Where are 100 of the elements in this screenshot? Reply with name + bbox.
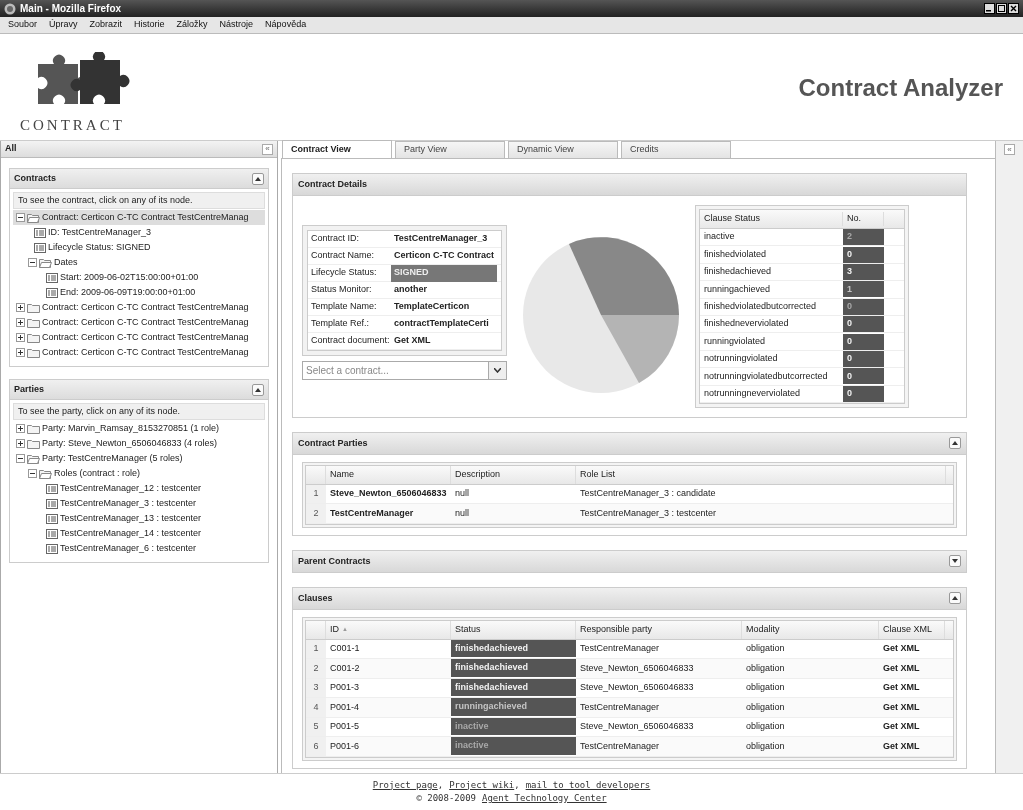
column-header[interactable]: Modality [742,620,879,639]
get-xml-link[interactable]: Get XML [879,737,945,756]
menu-item[interactable]: Nápověda [265,18,307,32]
tree-node[interactable]: Dates [13,255,265,270]
dropdown-button[interactable] [489,361,507,380]
column-header[interactable]: Status [451,620,576,639]
tree-node[interactable]: TestCentreManager_6 : testcenter [13,541,265,556]
expand-node-icon[interactable] [16,318,25,327]
panel-title: Contract Parties [298,436,368,450]
collapse-button[interactable] [949,437,961,450]
expand-node-icon[interactable] [16,439,25,448]
footer-link[interactable]: Project wiki [449,778,515,792]
tab[interactable]: Contract View [282,140,392,158]
column-header[interactable]: Description [451,465,576,484]
footer-link[interactable]: Agent Technology Center [482,792,607,806]
column-header[interactable]: Name [326,465,451,484]
collapse-node-icon[interactable] [16,213,25,222]
panel-title: Parties [14,382,45,396]
separator-comma: , [514,778,520,792]
close-icon[interactable] [1008,3,1019,14]
table-cell-text: null [454,506,470,520]
footer-link[interactable]: Project page [372,778,438,792]
tree-node[interactable]: Contract: Certicon C-TC Contract TestCentreManag [13,300,265,315]
status-cell: inactive [451,737,576,756]
row-number: 2 [306,659,326,678]
tree-node[interactable]: Contract: Certicon C-TC Contract TestCentreManag [13,345,265,360]
tree-node[interactable]: Party: Marvin_Ramsay_8153270851 (1 role) [13,421,265,436]
collapse-button[interactable] [949,592,961,605]
column-header[interactable]: No. [843,212,884,226]
menu-item[interactable]: Záložky [176,18,208,32]
tree-node[interactable]: Contract: Certicon C-TC Contract TestCentreManag [13,330,265,345]
column-header[interactable]: Clause XML [879,620,945,639]
collapse-button[interactable] [252,383,264,396]
contract-select-field[interactable]: Select a contract... [302,361,489,380]
down-arrow-icon [952,559,958,564]
tree-node[interactable]: Contract: Certicon C-TC Contract TestCentreManag [13,315,265,330]
table-cell-text: TestCentreManager [579,642,661,656]
status-cell: finishedachieved [451,659,576,678]
table-cell-text: notrunningviolatedbutcorrected [703,369,829,383]
expand-node-icon[interactable] [16,424,25,433]
menu-item[interactable]: Úpravy [49,18,78,32]
column-header[interactable]: Clause Status [700,212,843,226]
footer-link[interactable]: mail to tool developers [525,778,651,792]
folder-icon [27,302,40,313]
tree-node[interactable]: ID: TestCentreManager_3 [13,225,265,240]
tree-node[interactable]: TestCentreManager_3 : testcenter [13,496,265,511]
document-icon [34,227,46,238]
document-icon [46,272,58,283]
table-cell-text: finishedviolated [703,247,768,261]
tab[interactable]: Credits [621,141,731,158]
collapse-node-icon[interactable] [28,469,37,478]
tree-node[interactable]: TestCentreManager_12 : testcenter [13,481,265,496]
tree-node[interactable]: TestCentreManager_14 : testcenter [13,526,265,541]
folder-icon [27,347,40,358]
table-cell-text: notrunningneverviolated [703,386,802,400]
sidebar-title: All [5,142,17,156]
tree-node[interactable]: Contract: Certicon C-TC Contract TestCentreManag [13,210,265,225]
column-header[interactable]: Role List [576,465,946,484]
collapse-node-icon[interactable] [16,454,25,463]
tree-node[interactable]: Roles (contract : role) [13,466,265,481]
tab[interactable]: Party View [395,141,505,158]
menu-item[interactable]: Soubor [8,18,38,32]
dropdown-caret-icon[interactable] [494,368,501,373]
tree-node[interactable]: End: 2009-06-09T19:00:00+01:00 [13,285,265,300]
tree-node[interactable]: Start: 2009-06-02T15:00:00+01:00 [13,270,265,285]
field-label: Contract Name: [310,249,376,263]
minimize-icon[interactable] [984,3,995,14]
tree-node[interactable]: Party: TestCentreManager (5 roles) [13,451,265,466]
collapse-button[interactable]: « [262,143,273,155]
column-header[interactable]: Responsible party [576,620,742,639]
get-xml-link[interactable]: Get XML [879,659,945,678]
menu-item[interactable]: Zobrazit [89,18,123,32]
row-number: 4 [306,698,326,717]
tree-node[interactable]: TestCentreManager_13 : testcenter [13,511,265,526]
app-title: Contract Analyzer [798,73,1003,103]
tree-hint: To see the contract, click on any of its node. [13,192,265,209]
get-xml-link[interactable]: Get XML [879,717,945,737]
expand-button[interactable] [949,555,961,568]
document-icon [46,528,58,539]
tree-node[interactable]: Lifecycle Status: SIGNED [13,240,265,255]
expand-button[interactable]: « [1004,144,1015,155]
collapse-node-icon[interactable] [28,258,37,267]
get-xml-link[interactable]: Get XML [879,678,945,698]
panel-title: Contract Details [298,177,368,191]
tab[interactable]: Dynamic View [508,141,618,158]
get-xml-link[interactable]: Get XML [879,698,945,717]
menu-item[interactable]: Nástroje [219,18,254,32]
maximize-icon[interactable] [996,3,1007,14]
tree-node[interactable]: Party: Steve_Newton_6506046833 (4 roles) [13,436,265,451]
field-label: Lifecycle Status: [310,266,378,280]
expand-node-icon[interactable] [16,303,25,312]
expand-node-icon[interactable] [16,348,25,357]
separator-comma: , [437,778,444,792]
status-cell: runningachieved [451,698,576,717]
get-xml-link[interactable]: Get XML [879,639,945,659]
expand-node-icon[interactable] [16,333,25,342]
menu-item[interactable]: Historie [134,18,165,32]
table-cell-text: finishedneverviolated [703,317,790,331]
collapse-button[interactable] [252,172,264,185]
document-icon [34,242,46,253]
